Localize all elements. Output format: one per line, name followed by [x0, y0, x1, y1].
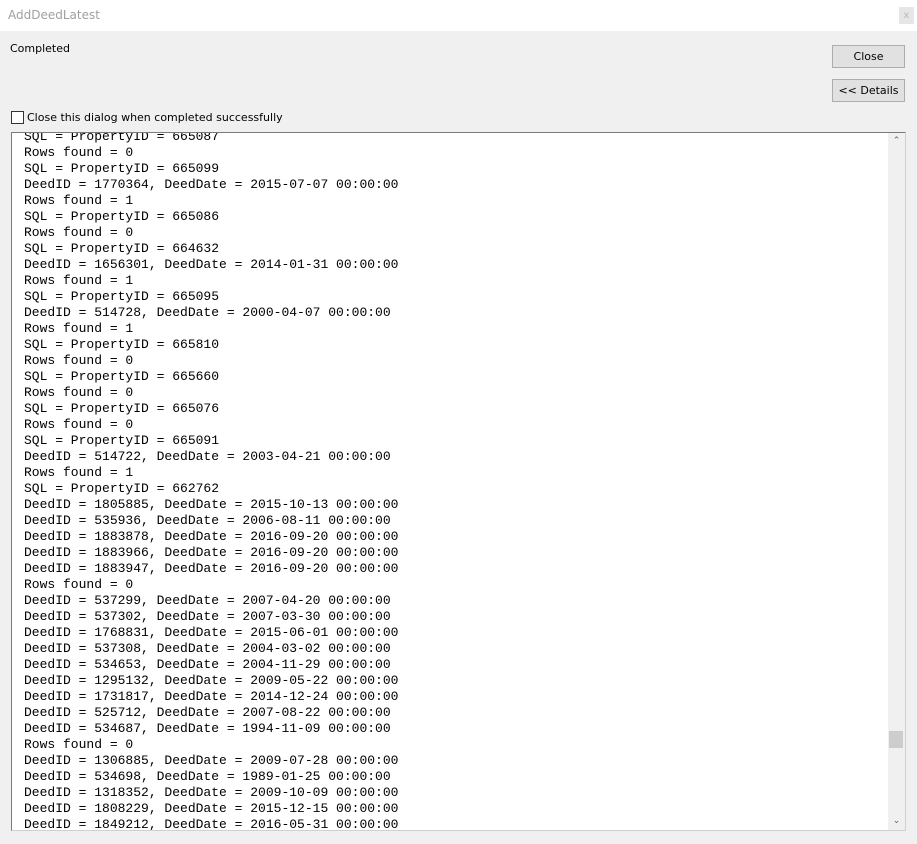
dialog-window: AddDeedLatest x Completed Close << Detai… — [0, 0, 917, 844]
close-when-completed-option[interactable]: Close this dialog when completed success… — [11, 110, 283, 124]
log-line: DeedID = 534698, DeedDate = 1989-01-25 0… — [24, 769, 391, 784]
window-title: AddDeedLatest — [8, 8, 100, 22]
log-line: Rows found = 0 — [24, 577, 134, 592]
log-line: Rows found = 0 — [24, 417, 134, 432]
close-when-completed-label: Close this dialog when completed success… — [27, 110, 283, 124]
log-line: SQL = PropertyID = 665091 — [24, 433, 220, 448]
log-line: SQL = PropertyID = 664632 — [24, 241, 220, 256]
title-bar[interactable]: AddDeedLatest x — [0, 0, 917, 31]
log-line: SQL = PropertyID = 665076 — [24, 401, 220, 416]
log-line: DeedID = 534653, DeedDate = 2004-11-29 0… — [24, 657, 391, 672]
log-line: DeedID = 535936, DeedDate = 2006-08-11 0… — [24, 513, 391, 528]
log-line: DeedID = 537308, DeedDate = 2004-03-02 0… — [24, 641, 391, 656]
log-line: Rows found = 0 — [24, 385, 134, 400]
log-line: Rows found = 0 — [24, 353, 134, 368]
log-line: DeedID = 534687, DeedDate = 1994-11-09 0… — [24, 721, 391, 736]
log-line: Rows found = 0 — [24, 145, 134, 160]
log-line: Rows found = 1 — [24, 273, 134, 288]
details-button[interactable]: << Details — [832, 79, 905, 102]
log-line: DeedID = 1770364, DeedDate = 2015-07-07 … — [24, 177, 399, 192]
log-line: DeedID = 1306885, DeedDate = 2009-07-28 … — [24, 753, 399, 768]
log-line: Rows found = 1 — [24, 321, 134, 336]
log-line: DeedID = 537302, DeedDate = 2007-03-30 0… — [24, 609, 391, 624]
log-line: DeedID = 1731817, DeedDate = 2014-12-24 … — [24, 689, 399, 704]
log-line: DeedID = 1656301, DeedDate = 2014-01-31 … — [24, 257, 399, 272]
log-line: DeedID = 1883878, DeedDate = 2016-09-20 … — [24, 529, 399, 544]
vertical-scrollbar[interactable]: ⌃ ⌄ — [888, 133, 905, 830]
log-line: SQL = PropertyID = 665086 — [24, 209, 220, 224]
log-line: DeedID = 514728, DeedDate = 2000-04-07 0… — [24, 305, 391, 320]
log-line: DeedID = 1883966, DeedDate = 2016-09-20 … — [24, 545, 399, 560]
log-line: DeedID = 1883947, DeedDate = 2016-09-20 … — [24, 561, 399, 576]
scroll-down-icon[interactable]: ⌄ — [888, 813, 905, 830]
log-line: Rows found = 1 — [24, 465, 134, 480]
log-line: DeedID = 537299, DeedDate = 2007-04-20 0… — [24, 593, 391, 608]
log-lines: SQL = PropertyID = 665087 Rows found = 0S… — [24, 132, 399, 831]
log-line: SQL = PropertyID = 665087 — [24, 132, 220, 144]
log-line: Rows found = 1 — [24, 193, 134, 208]
log-line: DeedID = 1295132, DeedDate = 2009-05-22 … — [24, 673, 399, 688]
log-line: SQL = PropertyID = 665810 — [24, 337, 220, 352]
log-line: DeedID = 1805885, DeedDate = 2015-10-13 … — [24, 497, 399, 512]
log-line: DeedID = 1318352, DeedDate = 2009-10-09 … — [24, 785, 399, 800]
scroll-up-icon[interactable]: ⌃ — [888, 133, 905, 150]
log-line: DeedID = 525712, DeedDate = 2007-08-22 0… — [24, 705, 391, 720]
log-line: DeedID = 1849212, DeedDate = 2016-05-31 … — [24, 817, 399, 831]
log-line: DeedID = 514722, DeedDate = 2003-04-21 0… — [24, 449, 391, 464]
log-line: Rows found = 0 — [24, 225, 134, 240]
close-button[interactable]: Close — [832, 45, 905, 68]
log-line: Rows found = 0 — [24, 737, 134, 752]
window-close-icon[interactable]: x — [899, 7, 914, 24]
log-line: SQL = PropertyID = 665099 — [24, 161, 220, 176]
log-line: DeedID = 1768831, DeedDate = 2015-06-01 … — [24, 625, 399, 640]
log-output[interactable]: SQL = PropertyID = 665087 Rows found = 0S… — [11, 132, 906, 831]
log-line: SQL = PropertyID = 665095 — [24, 289, 220, 304]
log-line: SQL = PropertyID = 662762 — [24, 481, 220, 496]
log-line: SQL = PropertyID = 665660 — [24, 369, 220, 384]
log-line: DeedID = 1808229, DeedDate = 2015-12-15 … — [24, 801, 399, 816]
close-when-completed-checkbox[interactable] — [11, 110, 24, 124]
status-label: Completed — [10, 42, 70, 55]
scroll-thumb[interactable] — [889, 731, 903, 749]
